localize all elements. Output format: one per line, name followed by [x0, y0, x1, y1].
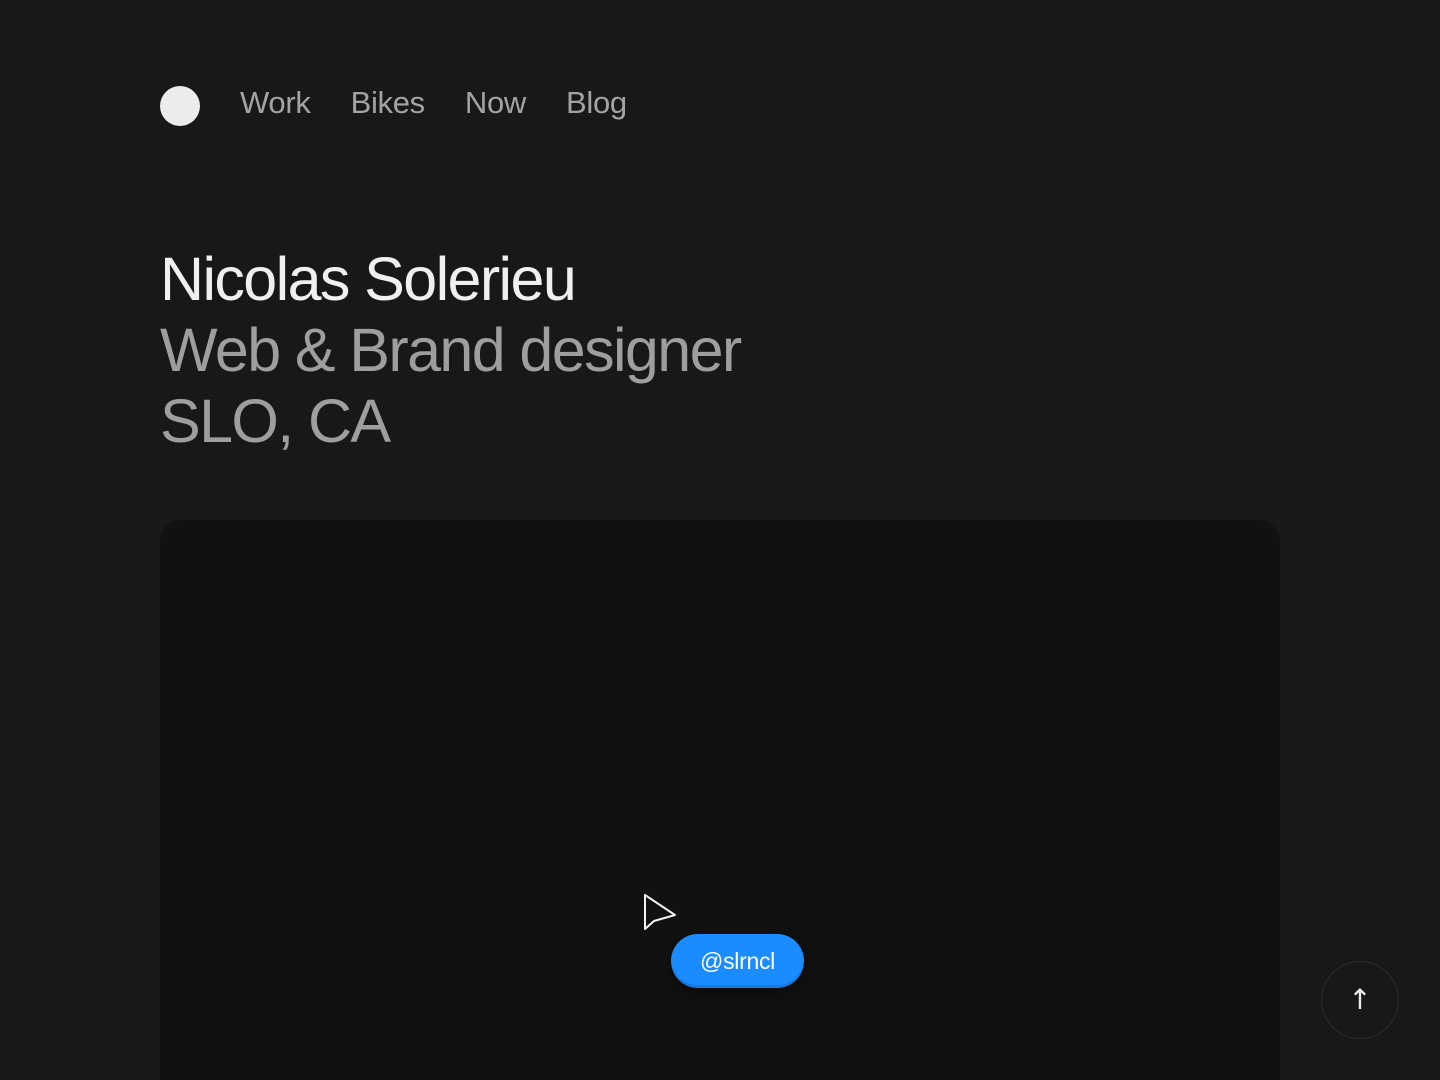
hero-heading: Nicolas Solerieu Web & Brand designer SL… [160, 244, 742, 457]
hero-name: Nicolas Solerieu [160, 245, 577, 313]
cursor-handle-tag: @slrncl [671, 934, 804, 988]
logo-dot[interactable] [160, 86, 200, 126]
page: Work Bikes Now Blog Nicolas Solerieu Web… [0, 0, 1440, 1080]
feature-card [160, 520, 1280, 1080]
nav-link-bikes[interactable]: Bikes [351, 84, 426, 122]
cursor-pointer-icon [644, 894, 676, 930]
scroll-to-top-button[interactable]: ↑ [1321, 961, 1399, 1039]
nav-link-now[interactable]: Now [465, 84, 526, 122]
main-nav: Work Bikes Now Blog [240, 84, 627, 122]
hero-location: SLO, CA [160, 387, 391, 455]
arrow-up-icon: ↑ [1348, 983, 1372, 1016]
nav-link-blog[interactable]: Blog [566, 84, 627, 122]
nav-link-work[interactable]: Work [240, 84, 311, 122]
hero-role: Web & Brand designer [160, 316, 742, 384]
